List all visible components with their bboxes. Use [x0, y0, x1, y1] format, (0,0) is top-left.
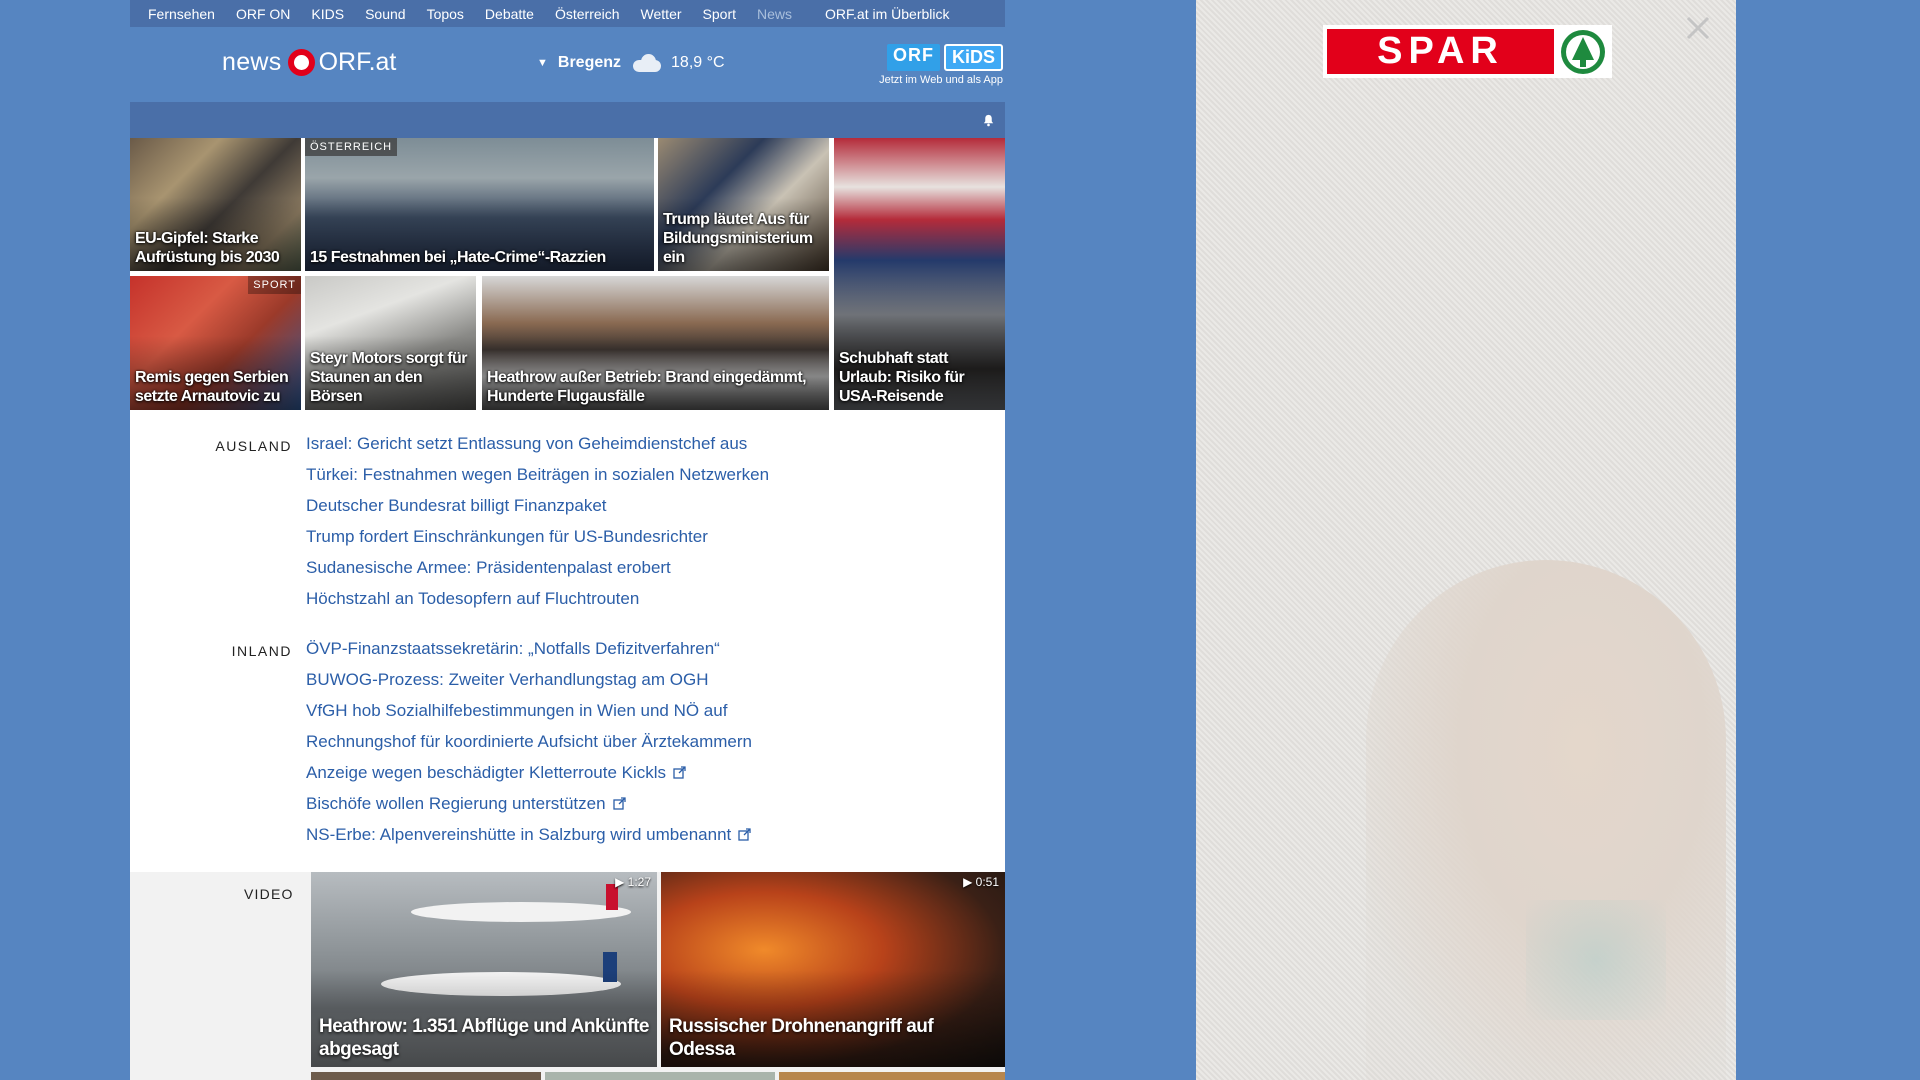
headline-link[interactable]: Türkei: Festnahmen wegen Beiträgen in so… — [306, 465, 769, 484]
news-tile[interactable]: Schubhaft statt Urlaub: Risiko für USA-R… — [834, 138, 1005, 410]
list-item: Höchstzahl an Todesopfern auf Fluchtrout… — [306, 589, 769, 620]
tile-title: Steyr Motors sorgt für Staunen an den Bö… — [310, 350, 468, 405]
nav-item-fernsehen[interactable]: Fernsehen — [148, 6, 215, 22]
video-tile[interactable]: ▶ 0:51 Russischer Drohnenangriff auf Ode… — [661, 872, 1005, 1067]
video-tile-partial[interactable] — [779, 1072, 1005, 1080]
site-header: news ORF.at ▼ Bregenz 18,9 °C ORF KiDS J… — [130, 27, 1005, 102]
tile-title: Trump läutet Aus für Bildungsministerium… — [663, 211, 813, 266]
headline-link[interactable]: Deutscher Bundesrat billigt Finanzpaket — [306, 496, 607, 515]
nav-item-oesterreich[interactable]: Österreich — [555, 6, 620, 22]
news-tile[interactable]: Heathrow außer Betrieb: Brand eingedämmt… — [482, 276, 829, 410]
video-tile-partial[interactable] — [545, 1072, 775, 1080]
inland-list: ÖVP-Finanzstaatssekretärin: „Notfalls De… — [306, 639, 752, 856]
headline-link[interactable]: BUWOG-Prozess: Zweiter Verhandlungstag a… — [306, 670, 708, 689]
nav-item-orf-on[interactable]: ORF ON — [236, 6, 290, 22]
list-item: Trump fordert Einschränkungen für US-Bun… — [306, 527, 769, 558]
orf-ring-icon — [287, 49, 315, 76]
nav-item-topos[interactable]: Topos — [427, 6, 464, 22]
news-tile[interactable]: ÖSTERREICH 15 Festnahmen bei „Hate-Crime… — [305, 138, 654, 271]
ad-scarf-image — [1526, 900, 1666, 1020]
list-item: Sudanesische Armee: Präsidentenpalast er… — [306, 558, 769, 589]
video-tile[interactable]: ▶ 1:27 Heathrow: 1.351 Abflüge und Ankün… — [311, 872, 657, 1067]
tile-tag: SPORT — [248, 276, 301, 294]
list-item: Türkei: Festnahmen wegen Beiträgen in so… — [306, 465, 769, 496]
kids-subtitle: Jetzt im Web und als App — [879, 74, 1003, 86]
headline-link[interactable]: Sudanesische Armee: Präsidentenpalast er… — [306, 558, 671, 577]
close-icon[interactable] — [1684, 14, 1712, 42]
video-title: Russischer Drohnenangriff auf Odessa — [669, 1016, 934, 1060]
news-tile[interactable]: Trump läutet Aus für Bildungsministerium… — [658, 138, 829, 271]
list-item: BUWOG-Prozess: Zweiter Verhandlungstag a… — [306, 670, 752, 701]
tile-title: EU-Gipfel: Starke Aufrüstung bis 2030 — [135, 230, 280, 266]
list-item: NS-Erbe: Alpenvereinshütte in Salzburg w… — [306, 825, 752, 856]
headline-link[interactable]: VfGH hob Sozialhilfebestimmungen in Wien… — [306, 701, 727, 720]
play-icon: ▶ — [615, 875, 628, 889]
video-tile-partial[interactable] — [311, 1072, 541, 1080]
list-item: Deutscher Bundesrat billigt Finanzpaket — [306, 496, 769, 527]
video-duration: ▶ 1:27 — [615, 875, 651, 889]
orf-kids-promo[interactable]: ORF KiDS Jetzt im Web und als App — [863, 44, 1003, 86]
play-icon: ▶ — [963, 875, 976, 889]
news-tile[interactable]: Steyr Motors sorgt für Staunen an den Bö… — [305, 276, 476, 410]
tile-title: 15 Festnahmen bei „Hate-Crime“-Razzien — [310, 249, 606, 266]
ausland-list: Israel: Gericht setzt Entlassung von Geh… — [306, 434, 769, 620]
tile-title: Heathrow außer Betrieb: Brand eingedämmt… — [487, 369, 807, 405]
section-video: VIDEO ▶ 1:27 Heathrow: 1.351 Abflüge und… — [130, 872, 1005, 1080]
external-link-icon — [612, 797, 626, 810]
section-label: VIDEO — [244, 886, 294, 902]
headline-link[interactable]: Trump fordert Einschränkungen für US-Bun… — [306, 527, 708, 546]
section-label: AUSLAND — [215, 438, 292, 454]
tile-title: Remis gegen Serbien setzte Arnautovic zu — [135, 369, 289, 405]
weather-widget[interactable]: ▼ Bregenz 18,9 °C — [537, 54, 725, 72]
weather-city: Bregenz — [557, 54, 622, 71]
orf-badge: ORF — [886, 44, 940, 71]
bell-icon[interactable] — [982, 114, 995, 127]
top-navigation: Fernsehen ORF ON KIDS Sound Topos Debatt… — [130, 0, 1005, 27]
news-orf-logo[interactable]: news ORF.at — [222, 48, 396, 77]
kids-badge: KiDS — [943, 44, 1003, 71]
news-tile[interactable]: SPORT Remis gegen Serbien setzte Arnauto… — [130, 276, 301, 410]
list-item: Bischöfe wollen Regierung unterstützen — [306, 794, 752, 825]
weather-temperature: 18,9 °C — [671, 54, 725, 71]
cloud-icon — [631, 54, 663, 72]
tile-title: Schubhaft statt Urlaub: Risiko für USA-R… — [839, 350, 965, 405]
nav-item-sound[interactable]: Sound — [365, 6, 405, 22]
spar-tree-icon — [1561, 29, 1605, 74]
nav-item-news[interactable]: News — [757, 6, 792, 22]
logo-orf-text: ORF.at — [318, 48, 397, 76]
news-tile[interactable]: EU-Gipfel: Starke Aufrüstung bis 2030 — [130, 138, 301, 271]
list-item: ÖVP-Finanzstaatssekretärin: „Notfalls De… — [306, 639, 752, 670]
list-item: Rechnungshof für koordinierte Aufsicht ü… — [306, 732, 752, 763]
nav-item-sport[interactable]: Sport — [703, 6, 736, 22]
list-item: Anzeige wegen beschädigter Kletterroute … — [306, 763, 752, 794]
section-label: INLAND — [231, 643, 292, 659]
headline-link[interactable]: Israel: Gericht setzt Entlassung von Geh… — [306, 434, 747, 453]
video-title: Heathrow: 1.351 Abflüge und Ankünfte abg… — [319, 1016, 650, 1060]
logo-news-text: news — [222, 48, 282, 76]
nav-item-overview[interactable]: ORF.at im Überblick — [825, 6, 949, 22]
headline-link[interactable]: ÖVP-Finanzstaatssekretärin: „Notfalls De… — [306, 639, 720, 658]
nav-item-kids[interactable]: KIDS — [311, 6, 344, 22]
spar-wordmark: SPAR — [1327, 29, 1554, 74]
spar-logo: SPAR — [1323, 25, 1612, 78]
external-link-icon — [738, 828, 751, 841]
tile-tag: ÖSTERREICH — [305, 138, 398, 156]
headline-link[interactable]: Rechnungshof für koordinierte Aufsicht ü… — [306, 732, 752, 751]
main-content: EU-Gipfel: Starke Aufrüstung bis 2030 ÖS… — [130, 102, 1005, 1080]
dropdown-triangle-icon: ▼ — [537, 57, 548, 69]
headline-link[interactable]: Höchstzahl an Todesopfern auf Fluchtrout… — [306, 589, 639, 608]
list-item: VfGH hob Sozialhilfebestimmungen in Wien… — [306, 701, 752, 732]
headline-link[interactable]: Bischöfe wollen Regierung unterstützen — [306, 794, 606, 813]
headline-link[interactable]: Anzeige wegen beschädigter Kletterroute … — [306, 763, 666, 782]
video-duration: ▶ 0:51 — [963, 875, 999, 889]
spar-advertisement[interactable]: SPAR — [1196, 0, 1736, 1080]
list-item: Israel: Gericht setzt Entlassung von Geh… — [306, 434, 769, 465]
notification-bar — [130, 102, 1005, 138]
nav-item-debatte[interactable]: Debatte — [485, 6, 534, 22]
headline-link[interactable]: NS-Erbe: Alpenvereinshütte in Salzburg w… — [306, 825, 731, 844]
nav-item-wetter[interactable]: Wetter — [641, 6, 682, 22]
external-link-icon — [673, 766, 686, 779]
